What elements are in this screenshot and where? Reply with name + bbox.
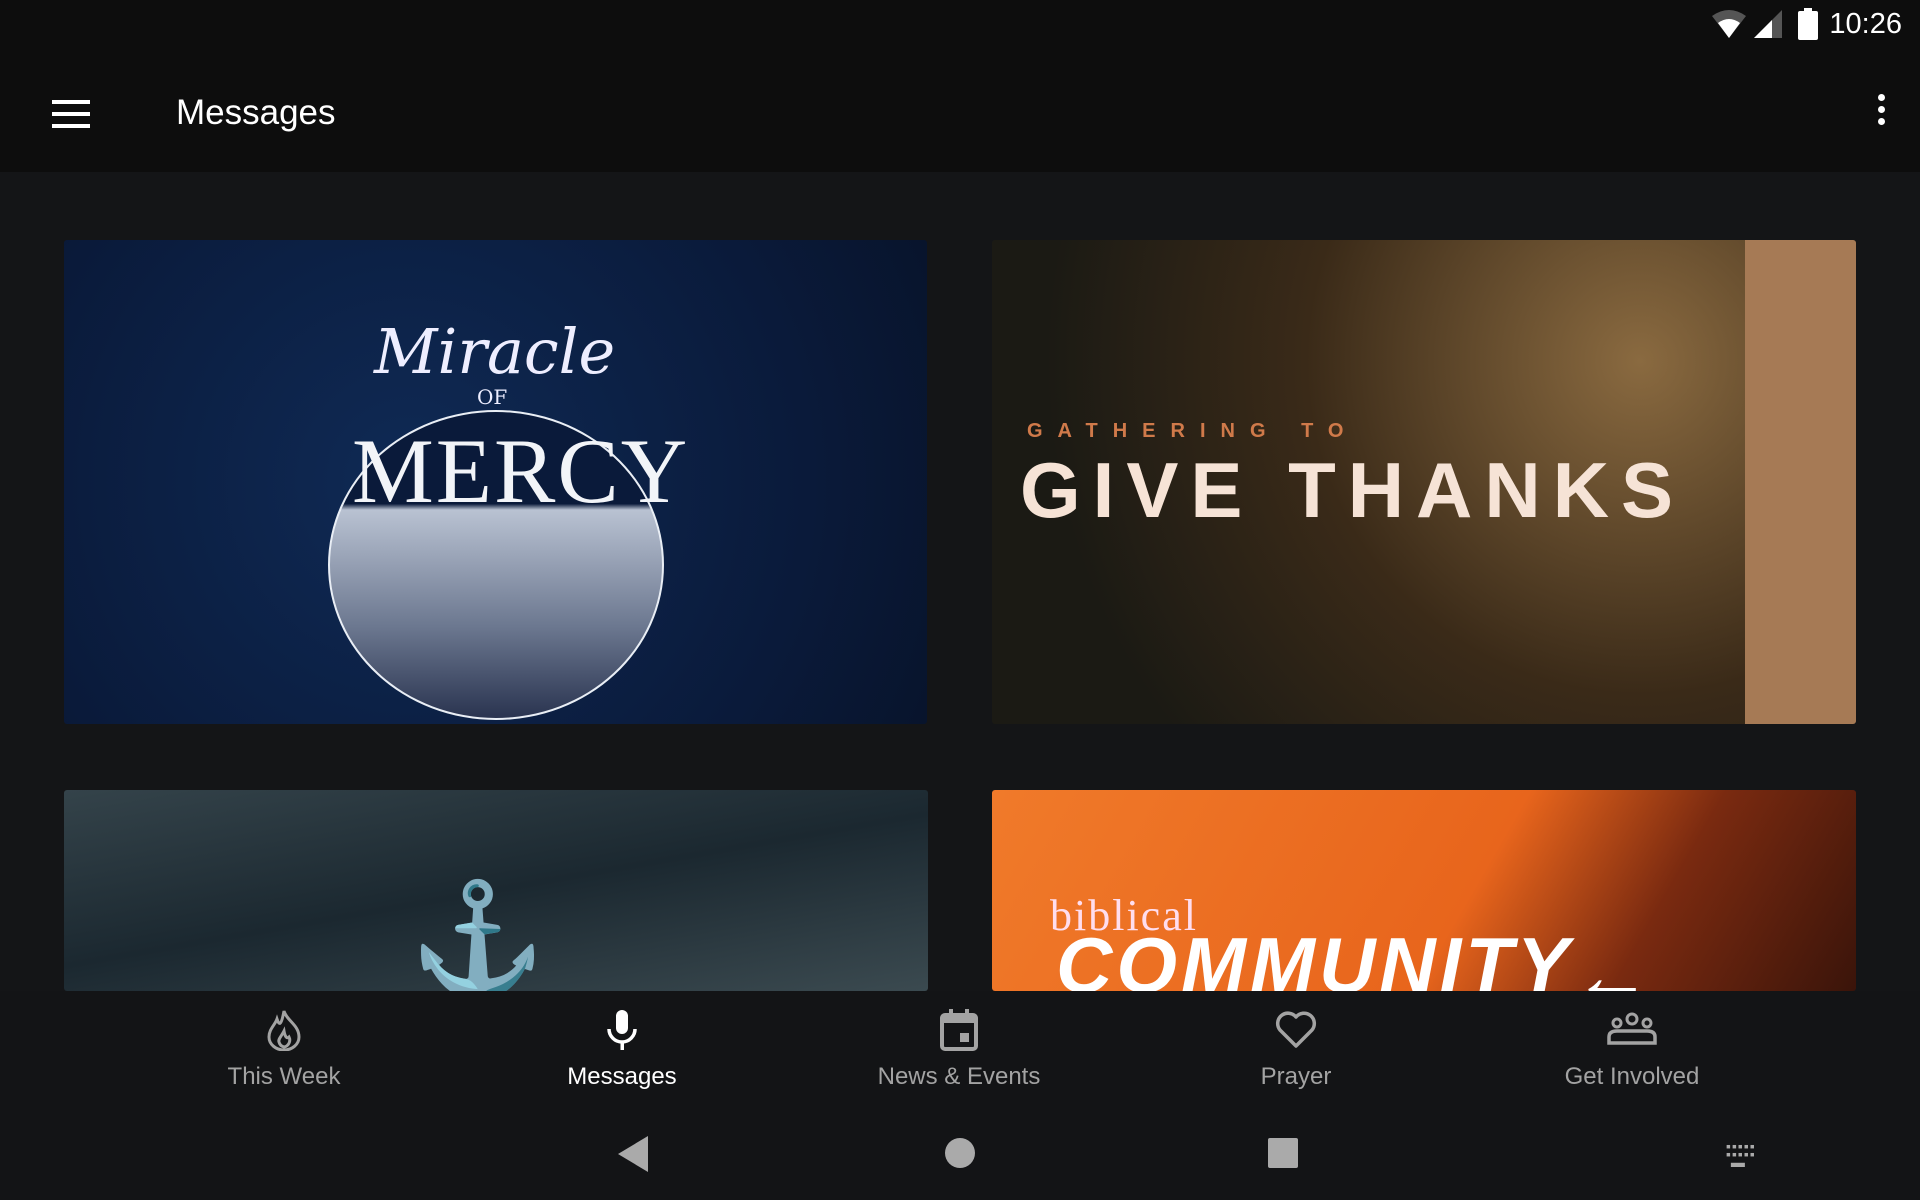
anchor-icon: ⚓ bbox=[409, 878, 546, 992]
card-title-line2: OF bbox=[477, 385, 508, 409]
page-title: Messages bbox=[176, 93, 336, 132]
flame-icon bbox=[164, 1009, 404, 1055]
battery-icon bbox=[1798, 8, 1818, 40]
accent-band bbox=[1745, 240, 1856, 724]
home-icon[interactable] bbox=[945, 1138, 975, 1168]
card-title-line1: Miracle bbox=[374, 315, 616, 388]
card-title-line3: MERCY bbox=[352, 420, 690, 522]
card-title: COMMUNITY bbox=[1056, 921, 1573, 991]
message-card-biblical-community[interactable]: biblical COMMUNITY ← bbox=[992, 790, 1856, 991]
card-subtitle: GATHERING TO bbox=[1027, 420, 1359, 442]
back-icon[interactable] bbox=[618, 1136, 648, 1172]
tab-get-involved[interactable]: Get Involved bbox=[1512, 991, 1752, 1114]
tab-news-events[interactable]: News & Events bbox=[839, 991, 1079, 1114]
tab-prayer[interactable]: Prayer bbox=[1176, 991, 1416, 1114]
message-card-miracle-of-mercy[interactable]: Miracle OF MERCY bbox=[64, 240, 927, 724]
system-navigation-bar: ▪▪▪▪▪ ▪▪▪▪▪ ▬ bbox=[0, 1114, 1920, 1200]
hamburger-icon[interactable] bbox=[52, 100, 90, 128]
calendar-icon bbox=[839, 1009, 1079, 1055]
status-bar: 10:26 bbox=[0, 0, 1920, 60]
wifi-icon bbox=[1712, 10, 1746, 38]
app-bar: Messages bbox=[0, 60, 1920, 172]
tab-label: News & Events bbox=[877, 1063, 1041, 1090]
tab-messages[interactable]: Messages bbox=[502, 991, 742, 1114]
message-card-give-thanks[interactable]: GATHERING TO GIVE THANKS bbox=[992, 240, 1856, 724]
microphone-icon bbox=[502, 1009, 742, 1055]
tab-label: Prayer bbox=[1260, 1063, 1332, 1090]
keyboard-icon[interactable]: ▪▪▪▪▪ ▪▪▪▪▪ ▬ bbox=[1726, 1139, 1758, 1169]
clock: 10:26 bbox=[1829, 8, 1902, 40]
more-vert-icon[interactable] bbox=[1874, 94, 1888, 134]
group-icon bbox=[1512, 1009, 1752, 1055]
arrow-left-icon: ← bbox=[1572, 931, 1652, 991]
tab-label: Messages bbox=[567, 1063, 677, 1090]
tab-label: Get Involved bbox=[1564, 1063, 1700, 1090]
tab-label: This Week bbox=[227, 1063, 341, 1090]
heart-icon bbox=[1176, 1009, 1416, 1055]
card-title: GIVE THANKS bbox=[1020, 446, 1686, 534]
signal-icon bbox=[1754, 10, 1782, 38]
recents-icon[interactable] bbox=[1268, 1138, 1298, 1168]
message-card-anchor[interactable]: ⚓ bbox=[64, 790, 928, 991]
bottom-navigation: This Week Messages News & Events Prayer … bbox=[0, 991, 1920, 1114]
tab-this-week[interactable]: This Week bbox=[164, 991, 404, 1114]
